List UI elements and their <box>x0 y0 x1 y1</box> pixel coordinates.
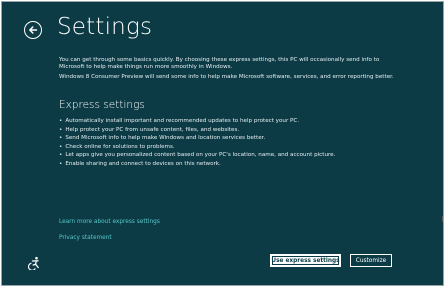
use-express-settings-button[interactable]: Use express settings <box>270 254 341 267</box>
express-settings-list: Automatically install important and reco… <box>59 117 335 169</box>
list-item: Check online for solutions to problems. <box>59 143 335 152</box>
intro-paragraph: You can get through some basics quickly.… <box>59 57 380 71</box>
list-item: Enable sharing and connect to devices on… <box>59 160 335 169</box>
reporting-paragraph: Windows 8 Consumer Preview will send som… <box>59 74 394 80</box>
learn-more-link[interactable]: Learn more about express settings <box>59 219 160 225</box>
customize-button[interactable]: Customize <box>350 254 392 267</box>
express-settings-heading: Express settings <box>59 99 145 111</box>
list-item: Let apps give you personalized content b… <box>59 151 335 160</box>
setup-screen: Settings You can get through some basics… <box>1 1 444 286</box>
list-item: Automatically install important and reco… <box>59 117 335 126</box>
mouse-cursor-icon <box>442 215 443 223</box>
list-item: Help protect your PC from unsafe content… <box>59 126 335 135</box>
ease-of-access-icon[interactable] <box>28 256 42 270</box>
page-title: Settings <box>57 14 153 40</box>
list-item: Send Microsoft info to help make Windows… <box>59 134 335 143</box>
back-arrow-icon <box>29 26 38 34</box>
privacy-statement-link[interactable]: Privacy statement <box>59 235 112 241</box>
back-button[interactable] <box>24 21 42 39</box>
